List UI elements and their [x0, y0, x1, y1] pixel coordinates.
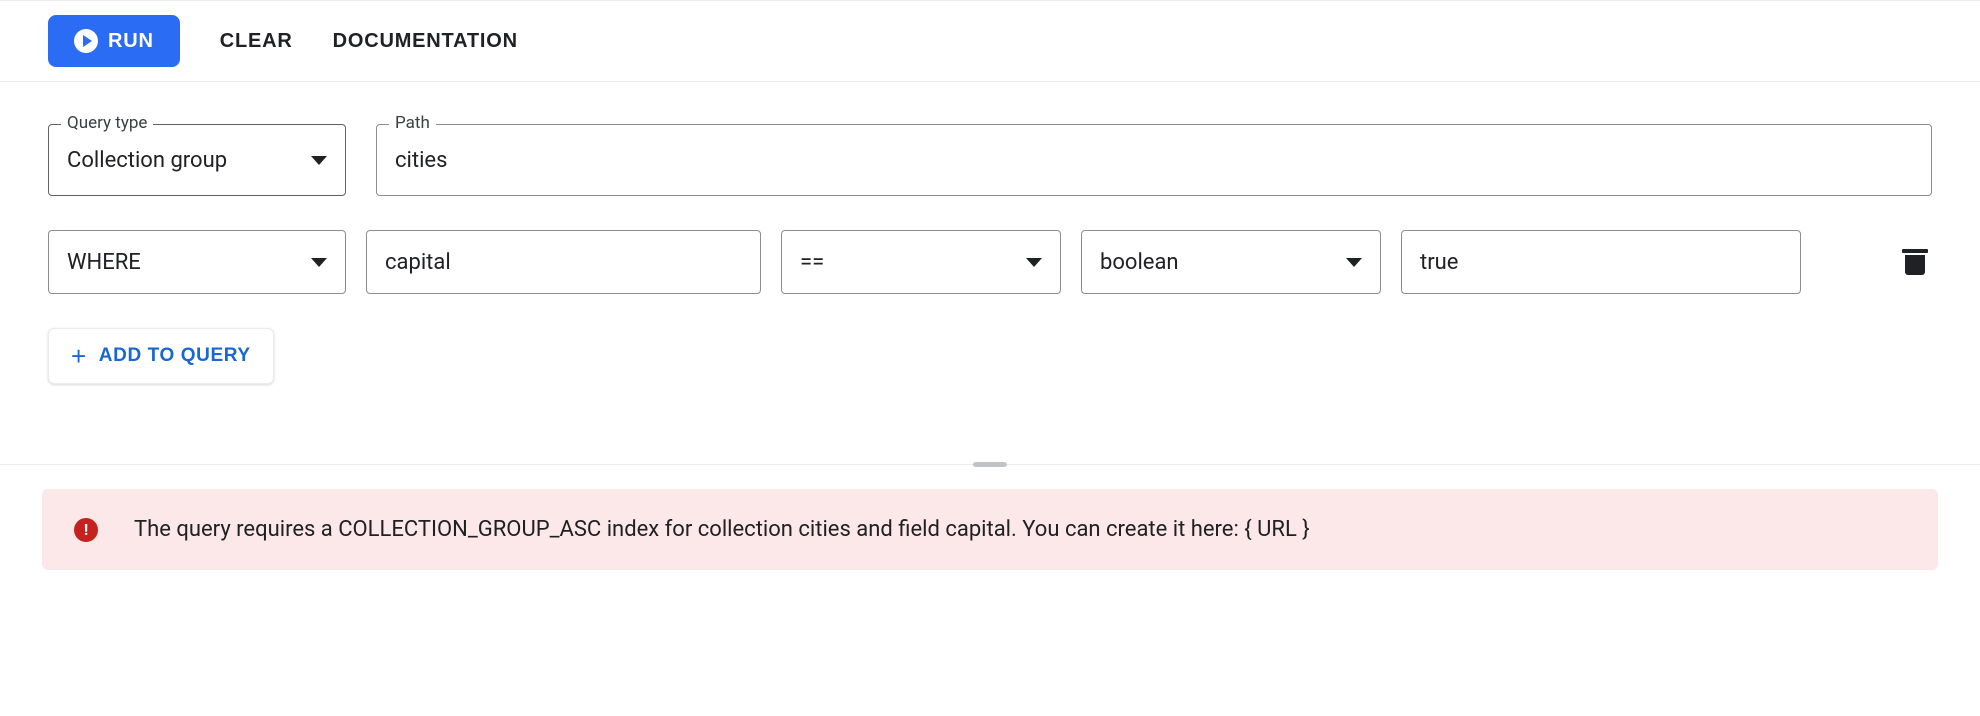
field-input-box[interactable] [366, 230, 761, 294]
delete-condition-button[interactable] [1898, 243, 1932, 281]
trash-icon [1904, 249, 1926, 275]
run-label: RUN [108, 30, 154, 53]
drag-handle-icon [973, 462, 1007, 467]
value-input-box[interactable] [1401, 230, 1801, 294]
path-input[interactable] [395, 148, 1913, 173]
run-button[interactable]: RUN [48, 15, 180, 67]
value-input[interactable] [1420, 250, 1782, 275]
query-type-value: Collection group [67, 148, 297, 173]
operator-value: == [800, 250, 1012, 275]
value-type-value: boolean [1100, 250, 1332, 275]
operator-select[interactable]: == [781, 230, 1061, 294]
query-builder: Query type Collection group Path WHERE =… [0, 82, 1980, 464]
clause-value: WHERE [67, 250, 297, 275]
toolbar: RUN CLEAR DOCUMENTATION [0, 1, 1980, 82]
query-type-label: Query type [61, 113, 153, 133]
chevron-down-icon [311, 156, 327, 165]
documentation-button[interactable]: DOCUMENTATION [333, 30, 518, 53]
query-type-select[interactable]: Query type Collection group [48, 124, 346, 196]
field-input[interactable] [385, 250, 742, 275]
value-type-select[interactable]: boolean [1081, 230, 1381, 294]
error-message: The query requires a COLLECTION_GROUP_AS… [134, 517, 1310, 542]
error-icon: ! [74, 518, 98, 542]
error-banner: ! The query requires a COLLECTION_GROUP_… [42, 489, 1938, 570]
chevron-down-icon [311, 258, 327, 267]
play-icon [74, 29, 98, 53]
path-field[interactable]: Path [376, 124, 1932, 196]
pane-divider[interactable] [0, 464, 1980, 465]
path-label: Path [389, 113, 436, 133]
chevron-down-icon [1346, 258, 1362, 267]
plus-icon: + [71, 343, 87, 369]
clause-select[interactable]: WHERE [48, 230, 346, 294]
clear-button[interactable]: CLEAR [220, 30, 293, 53]
add-to-query-button[interactable]: + ADD TO QUERY [48, 328, 274, 384]
add-to-query-label: ADD TO QUERY [99, 345, 251, 367]
chevron-down-icon [1026, 258, 1042, 267]
